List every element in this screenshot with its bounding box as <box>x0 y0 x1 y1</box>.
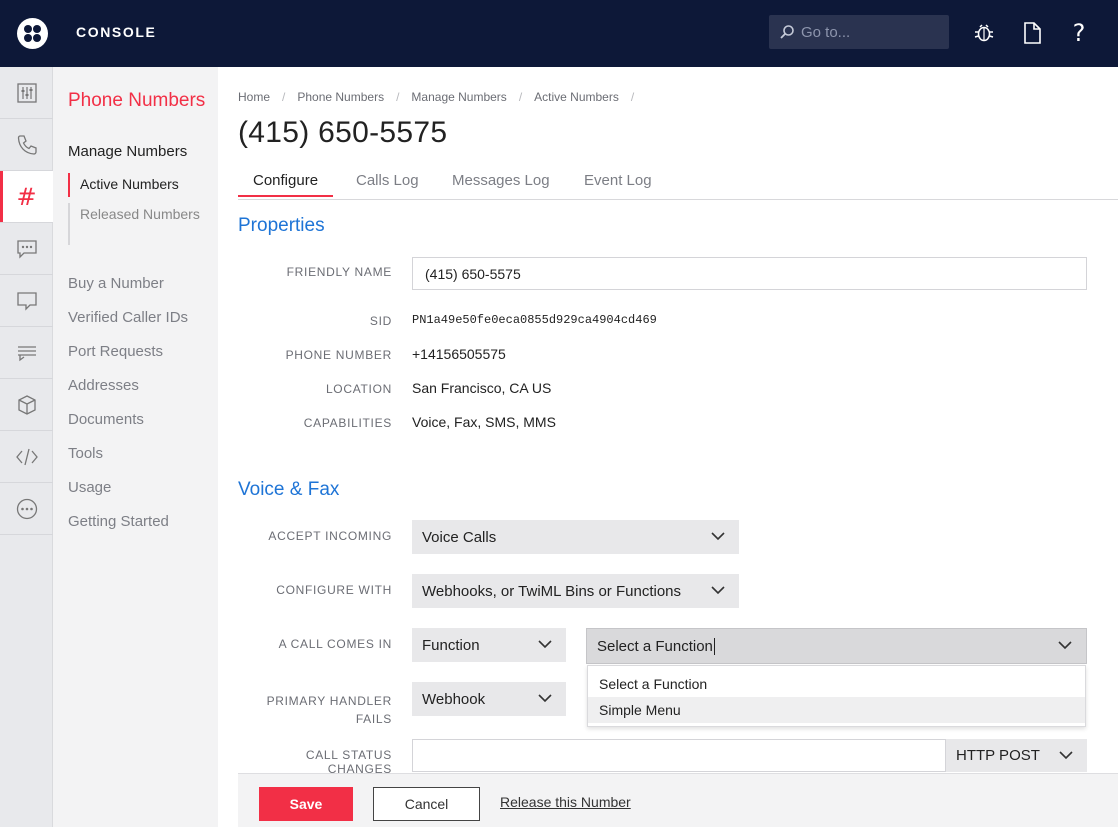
function-option-simple-menu[interactable]: Simple Menu <box>588 697 1085 723</box>
cube-icon <box>17 394 36 415</box>
rail-phone[interactable] <box>0 119 53 171</box>
configure-with-value: Webhooks, or TwiML Bins or Functions <box>422 582 681 600</box>
nav-item-addresses[interactable]: Addresses <box>68 377 139 394</box>
release-number-link[interactable]: Release this Number <box>500 794 631 810</box>
top-bar: CONSOLE ? <box>0 0 1118 67</box>
action-footer: Save Cancel Release this Number <box>238 773 1118 827</box>
primary-handler-type-value: Webhook <box>422 690 486 708</box>
nav-item-documents[interactable]: Documents <box>68 411 144 428</box>
friendly-name-input[interactable] <box>412 257 1087 290</box>
nav-item-buy-number[interactable]: Buy a Number <box>68 275 164 292</box>
function-select[interactable]: Select a Function <box>586 628 1087 664</box>
rail-notify[interactable] <box>0 327 53 379</box>
nav-item-active-numbers[interactable]: Active Numbers <box>68 173 208 197</box>
call-status-changes-label: CALL STATUS CHANGES <box>305 748 392 776</box>
chevron-down-icon <box>1058 641 1072 650</box>
primary-handler-fails-label: PRIMARY HANDLER FAILS <box>238 692 392 728</box>
nav-title[interactable]: Phone Numbers <box>68 90 205 112</box>
breadcrumb-active-numbers[interactable]: Active Numbers <box>534 90 619 104</box>
nav-item-usage[interactable]: Usage <box>68 479 111 496</box>
chevron-down-icon <box>1059 751 1073 760</box>
rail-chat[interactable] <box>0 223 53 275</box>
code-icon <box>15 448 38 465</box>
save-button[interactable]: Save <box>259 787 353 821</box>
configure-with-label: CONFIGURE WITH <box>276 583 392 597</box>
capabilities-label: CAPABILITIES <box>303 416 392 430</box>
phone-number-label: PHONE NUMBER <box>285 348 392 362</box>
rail-messaging[interactable] <box>0 275 53 327</box>
docs-icon[interactable] <box>1019 20 1045 46</box>
twilio-logo-icon[interactable] <box>17 18 48 49</box>
more-icon <box>16 498 37 519</box>
product-rail: # <box>0 67 53 827</box>
primary-handler-type-select[interactable]: Webhook <box>412 682 566 716</box>
sid-label: SID <box>369 314 392 328</box>
nav-item-verified-caller-ids[interactable]: Verified Caller IDs <box>68 309 188 326</box>
sid-value: PN1a49e50fe0eca0855d929ca4904cd469 <box>412 313 657 327</box>
chat-icon <box>16 239 37 259</box>
rail-developer[interactable] <box>0 431 53 483</box>
nav-item-tools[interactable]: Tools <box>68 445 103 462</box>
rail-phone-numbers[interactable]: # <box>0 171 53 223</box>
breadcrumb: Home / Phone Numbers / Manage Numbers / Act… <box>238 90 635 104</box>
phone-number-value: +14156505575 <box>412 346 506 362</box>
function-select-value: Select a Function <box>597 637 713 655</box>
search-icon <box>780 25 794 39</box>
text-cursor <box>713 637 715 655</box>
nav-item-port-requests[interactable]: Port Requests <box>68 343 163 360</box>
call-status-url-input[interactable] <box>412 739 946 772</box>
primary-handler-label-line1: PRIMARY HANDLER <box>266 694 392 708</box>
tab-calls-log[interactable]: Calls Log <box>356 172 419 195</box>
chevron-down-icon <box>711 586 725 595</box>
phone-icon <box>17 134 37 155</box>
nav-item-released-numbers[interactable]: Released Numbers <box>68 203 208 245</box>
goto-search[interactable] <box>769 15 949 49</box>
breadcrumb-manage-numbers[interactable]: Manage Numbers <box>411 90 506 104</box>
call-comes-in-type-select[interactable]: Function <box>412 628 566 662</box>
friendly-name-label: FRIENDLY NAME <box>286 265 392 279</box>
tab-bar: Configure Calls Log Messages Log Event L… <box>238 172 1118 200</box>
nav-item-getting-started[interactable]: Getting Started <box>68 513 169 530</box>
status-method-select[interactable]: HTTP POST <box>946 739 1087 772</box>
breadcrumb-home[interactable]: Home <box>238 90 270 104</box>
breadcrumb-phone-numbers[interactable]: Phone Numbers <box>297 90 384 104</box>
accept-incoming-label: ACCEPT INCOMING <box>268 529 392 543</box>
messaging-icon <box>16 291 37 311</box>
tab-event-log[interactable]: Event Log <box>584 172 652 195</box>
bug-icon[interactable] <box>971 20 997 46</box>
tab-messages-log[interactable]: Messages Log <box>452 172 550 195</box>
capabilities-value: Voice, Fax, SMS, MMS <box>412 414 556 430</box>
secondary-nav: Phone Numbers Manage Numbers Active Numb… <box>53 67 218 827</box>
tab-configure[interactable]: Configure <box>238 172 334 197</box>
function-dropdown-menu: Select a Function Simple Menu <box>587 665 1086 727</box>
status-method-value: HTTP POST <box>956 747 1040 764</box>
help-icon[interactable]: ? <box>1066 19 1092 47</box>
properties-heading: Properties <box>238 215 325 236</box>
rail-dashboard[interactable] <box>0 67 53 119</box>
dashboard-icon <box>16 82 37 103</box>
voice-fax-heading: Voice & Fax <box>238 479 340 500</box>
call-comes-in-type-value: Function <box>422 636 480 654</box>
accept-incoming-value: Voice Calls <box>422 528 497 546</box>
location-value: San Francisco, CA US <box>412 380 552 396</box>
call-comes-in-label: A CALL COMES IN <box>278 637 392 651</box>
hash-icon: # <box>16 182 37 211</box>
chevron-down-icon <box>538 640 552 649</box>
function-option-select[interactable]: Select a Function <box>588 671 1085 697</box>
console-brand[interactable]: CONSOLE <box>76 24 156 40</box>
page-title: (415) 650-5575 <box>238 116 448 149</box>
chevron-down-icon <box>538 694 552 703</box>
accept-incoming-select[interactable]: Voice Calls <box>412 520 739 554</box>
location-label: LOCATION <box>325 382 392 396</box>
configure-with-select[interactable]: Webhooks, or TwiML Bins or Functions <box>412 574 739 608</box>
rail-studio[interactable] <box>0 379 53 431</box>
list-icon <box>17 345 36 361</box>
goto-input[interactable] <box>801 23 931 41</box>
rail-more[interactable] <box>0 483 53 535</box>
nav-section-manage-numbers[interactable]: Manage Numbers <box>68 143 187 160</box>
cancel-button[interactable]: Cancel <box>373 787 480 821</box>
chevron-down-icon <box>711 532 725 541</box>
primary-handler-label-line2: FAILS <box>355 712 392 726</box>
